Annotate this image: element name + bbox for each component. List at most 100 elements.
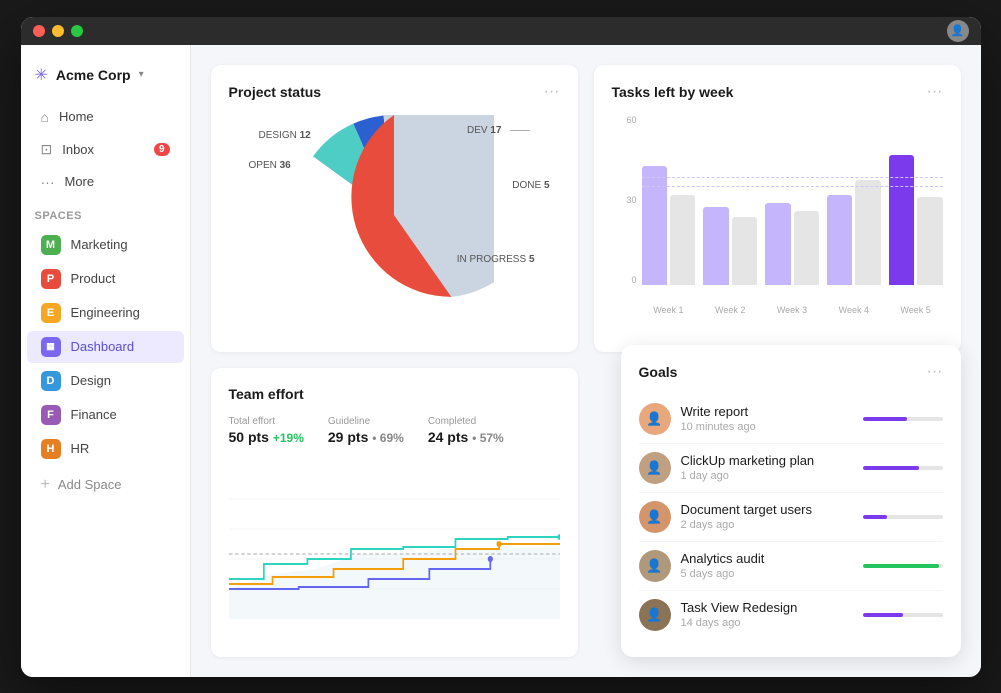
- bar-secondary: [917, 197, 942, 285]
- goal-item-0[interactable]: 👤 Write report 10 minutes ago: [639, 395, 943, 444]
- bar-group-week5: [889, 155, 943, 285]
- y-label: 60: [612, 115, 637, 125]
- sidebar: ✳ Acme Corp ▾ ⌂ Home ⊡ Inbox 9 ··· More …: [21, 45, 191, 677]
- space-label: Product: [71, 271, 116, 286]
- space-dot-design: D: [41, 371, 61, 391]
- x-label: Week 3: [765, 305, 819, 315]
- goal-info-4: Task View Redesign 14 days ago: [681, 600, 853, 629]
- goals-menu[interactable]: ···: [927, 363, 943, 381]
- goal-info-2: Document target users 2 days ago: [681, 502, 853, 531]
- dashed-reference-line: [642, 177, 943, 178]
- goal-progress-4: [863, 613, 943, 617]
- goal-item-2[interactable]: 👤 Document target users 2 days ago: [639, 493, 943, 542]
- x-label: Week 4: [827, 305, 881, 315]
- goal-progress-0: [863, 417, 943, 421]
- goal-info-1: ClickUp marketing plan 1 day ago: [681, 453, 853, 482]
- stat-value: 29 pts • 69%: [328, 429, 404, 445]
- tasks-by-week-card: Tasks left by week ··· 0 30 60: [594, 65, 961, 353]
- x-label: Week 1: [642, 305, 696, 315]
- sidebar-item-home[interactable]: ⌂ Home: [27, 102, 184, 132]
- team-effort-title: Team effort: [229, 386, 304, 402]
- inbox-badge: 9: [154, 143, 170, 156]
- sidebar-item-inbox[interactable]: ⊡ Inbox 9: [27, 134, 184, 165]
- space-label: Finance: [71, 407, 117, 422]
- goal-avatar-1: 👤: [639, 452, 671, 484]
- pie-label-done: DONE 5: [512, 180, 549, 191]
- goal-name-2: Document target users: [681, 502, 853, 517]
- effort-stats: Total effort 50 pts +19% Guideline 29 pt…: [229, 416, 560, 445]
- goal-time-0: 10 minutes ago: [681, 421, 853, 433]
- add-space-button[interactable]: + Add Space: [27, 470, 184, 500]
- goal-name-1: ClickUp marketing plan: [681, 453, 853, 468]
- user-avatar[interactable]: 👤: [947, 20, 969, 42]
- space-item-product[interactable]: P Product: [27, 263, 184, 295]
- project-status-menu[interactable]: ···: [544, 83, 560, 101]
- goal-avatar-2: 👤: [639, 501, 671, 533]
- stat-completed: Completed 24 pts • 57%: [428, 416, 504, 445]
- bar-group-week1: [642, 166, 696, 285]
- space-item-hr[interactable]: H HR: [27, 433, 184, 465]
- stat-total: Total effort 50 pts +19%: [229, 416, 304, 445]
- goal-item-1[interactable]: 👤 ClickUp marketing plan 1 day ago: [639, 444, 943, 493]
- bar-primary: [703, 207, 728, 285]
- card-header: Tasks left by week ···: [612, 83, 943, 101]
- inbox-icon: ⊡: [41, 141, 53, 158]
- pie-label-inprogress: IN PROGRESS 5: [457, 254, 535, 265]
- space-item-dashboard[interactable]: ▦ Dashboard: [27, 331, 184, 363]
- guideline: [642, 186, 943, 187]
- sidebar-item-label: Home: [59, 109, 94, 124]
- x-label: Week 2: [703, 305, 757, 315]
- pie-label-dev: DEV 17: [467, 125, 529, 136]
- goals-title: Goals: [639, 364, 678, 380]
- space-item-finance[interactable]: F Finance: [27, 399, 184, 431]
- app-window: 👤 ✳ Acme Corp ▾ ⌂ Home ⊡ Inbox 9 ··· Mor…: [21, 17, 981, 677]
- x-labels: Week 1 Week 2 Week 3 Week 4 Week 5: [612, 305, 943, 315]
- main-content: Project status ···: [191, 45, 981, 677]
- tasks-week-title: Tasks left by week: [612, 84, 734, 100]
- space-label: Dashboard: [71, 339, 135, 354]
- bar-secondary: [732, 217, 757, 285]
- goal-progress-1: [863, 466, 943, 470]
- goal-bar-4: [863, 613, 903, 617]
- maximize-dot[interactable]: [71, 25, 83, 37]
- goal-time-2: 2 days ago: [681, 519, 853, 531]
- goal-name-3: Analytics audit: [681, 551, 853, 566]
- bar-group-week3: [765, 203, 819, 285]
- y-label: 30: [612, 195, 637, 205]
- space-item-engineering[interactable]: E Engineering: [27, 297, 184, 329]
- logo-icon: ✳: [35, 65, 48, 85]
- project-status-title: Project status: [229, 84, 322, 100]
- stat-value: 24 pts • 57%: [428, 429, 504, 445]
- goal-time-4: 14 days ago: [681, 617, 853, 629]
- bar-secondary: [855, 180, 880, 285]
- bar-chart-area: 0 30 60: [612, 115, 943, 305]
- project-status-card: Project status ···: [211, 65, 578, 353]
- sidebar-item-label: Inbox: [62, 142, 94, 157]
- company-logo[interactable]: ✳ Acme Corp ▾: [21, 57, 190, 101]
- minimize-dot[interactable]: [52, 25, 64, 37]
- goal-name-4: Task View Redesign: [681, 600, 853, 615]
- goal-item-4[interactable]: 👤 Task View Redesign 14 days ago: [639, 591, 943, 639]
- bar-primary: [765, 203, 790, 285]
- home-icon: ⌂: [41, 109, 49, 125]
- goal-item-3[interactable]: 👤 Analytics audit 5 days ago: [639, 542, 943, 591]
- pie-chart: DEV 17 DONE 5 IN PROGRESS 5 OPEN 36 DESI…: [229, 115, 560, 315]
- pie-label-design: DESIGN 12: [259, 130, 311, 141]
- titlebar: 👤: [21, 17, 981, 45]
- stat-guideline: Guideline 29 pts • 69%: [328, 416, 404, 445]
- goal-info-0: Write report 10 minutes ago: [681, 404, 853, 433]
- x-label: Week 5: [889, 305, 943, 315]
- line-chart: [229, 459, 560, 619]
- goal-avatar-0: 👤: [639, 403, 671, 435]
- sidebar-item-more[interactable]: ··· More: [27, 167, 184, 197]
- close-dot[interactable]: [33, 25, 45, 37]
- space-dot-product: P: [41, 269, 61, 289]
- space-item-marketing[interactable]: M Marketing: [27, 229, 184, 261]
- space-dot-dashboard: ▦: [41, 337, 61, 357]
- tasks-week-menu[interactable]: ···: [927, 83, 943, 101]
- goal-name-0: Write report: [681, 404, 853, 419]
- stat-value: 50 pts +19%: [229, 429, 304, 445]
- space-item-design[interactable]: D Design: [27, 365, 184, 397]
- bar-group-week2: [703, 207, 757, 285]
- space-label: Marketing: [71, 237, 128, 252]
